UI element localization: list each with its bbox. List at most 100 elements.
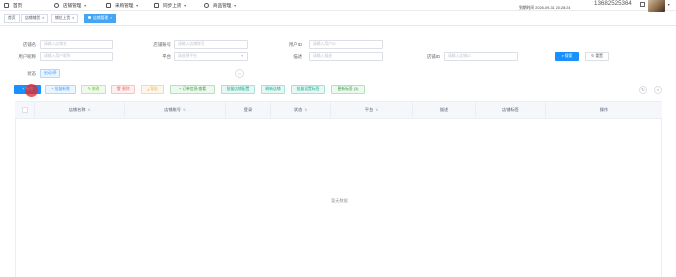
cart-icon xyxy=(106,2,111,8)
user-nickname-input[interactable]: 请输入用户昵称 xyxy=(40,52,113,61)
sort-icon: ⇅ xyxy=(375,108,379,112)
batch-add-label: 批量新增 xyxy=(54,87,70,91)
label-user-nickname: 用户昵称 xyxy=(18,54,36,59)
select-all-cell xyxy=(15,102,35,118)
empty-state-text: 暂无数据 xyxy=(331,198,348,203)
nav-home[interactable]: 首页 xyxy=(4,1,22,10)
nav-product-management[interactable]: 商品管理 ▼ xyxy=(204,1,237,10)
table-header: 店铺名称 ⇅ 店铺账号 ⇅ 登录 状态 ⇅ 平台 ⇅ 描述 店铺标签 操作 xyxy=(15,101,662,119)
refresh-shop-button[interactable]: 刷新店铺 xyxy=(261,85,285,94)
label-shop-id: 店铺ID xyxy=(426,54,440,59)
tag-label: 店铺铺货 xyxy=(25,16,41,20)
export-label: 导出 xyxy=(150,87,158,91)
nav-sync-label: 同步上货 xyxy=(163,3,182,8)
close-icon[interactable]: × xyxy=(42,16,44,20)
status-toggle[interactable]: 启动/停 xyxy=(40,69,61,78)
avatar[interactable] xyxy=(648,0,665,12)
tag-shop-distribution[interactable]: 店铺铺货 × xyxy=(21,14,49,23)
nav-purchase-management[interactable]: 采购管理 ▼ xyxy=(106,1,139,10)
select-all-checkbox[interactable] xyxy=(22,107,28,113)
active-dot-icon xyxy=(88,15,91,19)
reset-button-label: 重置 xyxy=(595,54,603,58)
home-icon xyxy=(4,2,9,8)
column-shop-name[interactable]: 店铺名称 ⇅ xyxy=(35,102,125,118)
chevron-down-icon: ▼ xyxy=(83,4,87,8)
tag-label: 首页 xyxy=(8,16,16,20)
label-platform: 平台 xyxy=(162,54,171,59)
column-login[interactable]: 登录 xyxy=(226,102,271,118)
refresh-shop-label: 刷新店铺 xyxy=(265,87,281,91)
order-info-label: 订单信息/查看 xyxy=(182,87,207,91)
label-description: 描述 xyxy=(293,54,302,59)
tag-label: 铺位上货 xyxy=(55,16,71,20)
shop-name-input[interactable]: 请输入店铺名 xyxy=(40,40,113,49)
batch-set-tag-label: 批量设置标签 xyxy=(296,87,320,91)
tag-listing[interactable]: 铺位上货 × xyxy=(51,14,79,23)
search-icon[interactable]: ⌕ xyxy=(654,86,662,94)
refresh-icon[interactable]: ↻ xyxy=(639,86,647,94)
column-description[interactable]: 描述 xyxy=(413,102,476,118)
batch-add-button[interactable]: + 批量新增 xyxy=(45,85,76,94)
column-actions: 操作 xyxy=(546,102,662,118)
top-navbar: 首页 店铺管理 ▼ 采购管理 ▼ 同步上货 ▼ 商品管理 ▼ 到期时间 2026-09-… xyxy=(0,0,676,12)
expiry-time: 到期时间 2026-09-31 20:28:24 xyxy=(519,6,571,10)
nav-shop-label: 店铺管理 xyxy=(63,3,82,8)
label-status: 状态 xyxy=(27,71,36,76)
chevron-down-icon: ▼ xyxy=(135,4,139,8)
edit-button[interactable]: ✎ 修改 xyxy=(81,85,106,94)
platform-select[interactable]: 请选择平台 ▼ xyxy=(174,52,248,61)
chevron-down-icon: ▼ xyxy=(233,4,237,8)
platform-select-placeholder: 请选择平台 xyxy=(178,54,197,58)
reset-button[interactable]: ↻ 重置 xyxy=(585,52,609,61)
tag-shop-management[interactable]: 店铺管理 × xyxy=(84,14,117,23)
column-platform[interactable]: 平台 ⇅ xyxy=(331,102,413,118)
label-user-id: 用户ID xyxy=(288,42,302,47)
tag-label: 店铺管理 xyxy=(93,16,109,20)
user-id-input[interactable]: 请输入用户ID xyxy=(309,40,383,49)
close-icon[interactable]: × xyxy=(72,16,74,20)
update-tag-label: 更新标签 (3) xyxy=(337,87,359,91)
shop-id-input[interactable]: 请输入店铺ID xyxy=(444,52,518,61)
search-button-label: 搜索 xyxy=(564,54,573,58)
chevron-down-icon[interactable]: ▼ xyxy=(667,3,670,7)
sort-icon: ⇅ xyxy=(182,108,186,112)
tag-home[interactable]: 首页 xyxy=(4,14,20,23)
sync-icon xyxy=(154,2,159,8)
batch-set-tag-button[interactable]: 批量设置标签 xyxy=(291,85,325,94)
fullscreen-icon[interactable] xyxy=(640,2,645,7)
column-status[interactable]: 状态 ⇅ xyxy=(271,102,331,118)
nav-shop-management[interactable]: 店铺管理 ▼ xyxy=(54,1,87,10)
close-icon[interactable]: × xyxy=(110,16,112,20)
tags-view: 首页 店铺铺货 × 铺位上货 × 店铺管理 × xyxy=(0,12,676,26)
delete-button[interactable]: 🗑 删除 xyxy=(111,85,135,94)
label-shop-account: 店铺账号 xyxy=(153,42,171,47)
search-button[interactable]: ⌕ 搜索 xyxy=(555,52,579,61)
batch-shop-config-label: 批量店铺配置 xyxy=(226,87,250,91)
nav-sync-listing[interactable]: 同步上货 ▼ xyxy=(154,1,187,10)
chevron-down-icon: ▼ xyxy=(240,54,244,58)
shop-account-input[interactable]: 请输入店铺账号 xyxy=(174,40,248,49)
chevron-up-icon[interactable]: ︿ xyxy=(235,69,244,78)
column-label: 状态 xyxy=(293,107,303,112)
column-label: 平台 xyxy=(364,107,374,112)
batch-shop-config-button[interactable]: 批量店铺配置 xyxy=(221,85,255,94)
shirt-icon xyxy=(204,2,209,8)
delete-label: 删除 xyxy=(122,87,130,91)
sort-icon: ⇅ xyxy=(304,108,308,112)
column-label: 店铺标签 xyxy=(502,107,519,112)
column-shop-tag[interactable]: 店铺标签 xyxy=(476,102,546,118)
update-tag-button[interactable]: 更新标签 (3) xyxy=(331,85,365,94)
user-phone[interactable]: 13682525364 xyxy=(594,0,632,8)
edit-label: 修改 xyxy=(91,87,100,91)
column-label: 店铺账号 xyxy=(164,107,181,112)
column-shop-account[interactable]: 店铺账号 ⇅ xyxy=(125,102,226,118)
table-body: 暂无数据 xyxy=(15,119,662,277)
order-info-button[interactable]: + 订单信息/查看 xyxy=(170,85,215,94)
column-label: 描述 xyxy=(439,107,449,112)
description-input[interactable]: 请输入描述 xyxy=(309,52,383,61)
label-shop-name: 店铺名 xyxy=(22,42,36,47)
column-label: 店铺名称 xyxy=(68,107,86,112)
cursor-indicator xyxy=(25,84,38,97)
column-label: 操作 xyxy=(599,107,609,112)
export-button[interactable]: ⤓ 导出 xyxy=(141,85,164,94)
